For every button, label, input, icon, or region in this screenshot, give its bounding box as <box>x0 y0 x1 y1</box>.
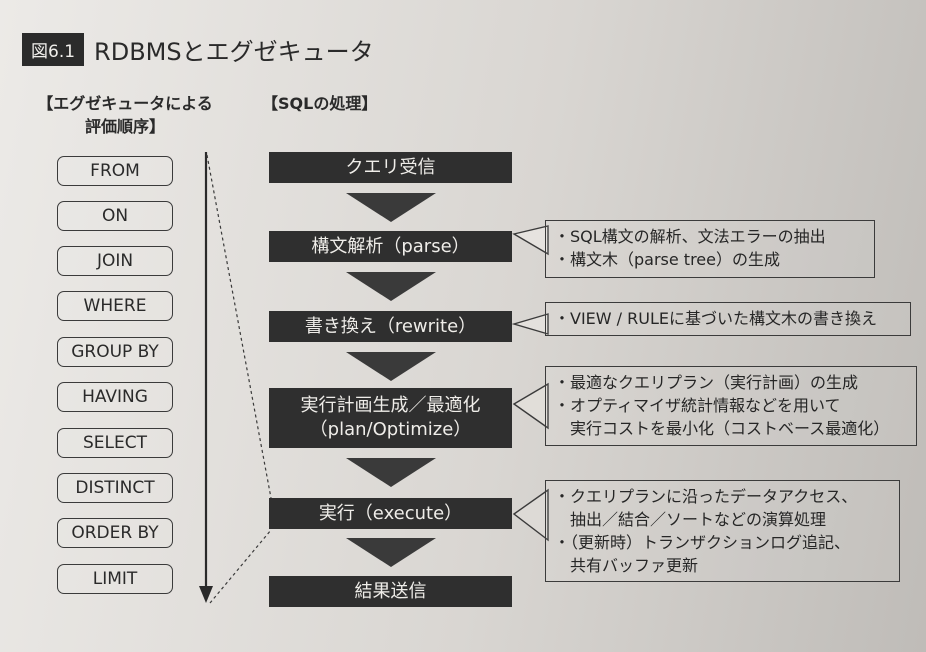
plan-note-pointer <box>512 382 549 430</box>
parse-note-pointer <box>512 225 549 256</box>
figure-page: 図6.1 RDBMSとエグゼキュータ 【エグゼキュータによる 評価順序】 【SQ… <box>0 0 926 652</box>
parse-note: ・SQL構文の解析、文法エラーの抽出 ・構文木（parse tree）の生成 <box>545 220 875 278</box>
flow-arrow-1 <box>346 193 436 222</box>
step-rewrite-label: 書き換え（rewrite） <box>304 315 477 337</box>
rewrite-note-line-1: ・VIEW / RULEに基づいた構文木の書き換え <box>554 309 878 328</box>
step-plan-optimize-line2: （plan/Optimize） <box>309 419 472 440</box>
step-plan-optimize-line1: 実行計画生成／最適化 <box>300 395 481 416</box>
step-query-receive: クエリ受信 <box>269 152 512 183</box>
execute-note-line-3: ・（更新時）トランザクションログ追記、 <box>554 533 851 552</box>
step-rewrite: 書き換え（rewrite） <box>269 311 512 342</box>
execute-note-line-1: ・クエリプランに沿ったデータアクセス、 <box>554 487 858 506</box>
execute-bracket-upper-line <box>206 154 272 499</box>
step-execute-label: 実行（execute） <box>318 502 463 524</box>
step-send-result: 結果送信 <box>269 576 512 607</box>
flow-arrow-4 <box>346 458 436 487</box>
step-send-result-label: 結果送信 <box>354 580 427 602</box>
evaluation-direction-arrowhead <box>199 586 213 603</box>
execute-note-line-2: 抽出／結合／ソートなどの演算処理 <box>554 510 827 529</box>
execute-note: ・クエリプランに沿ったデータアクセス、 抽出／結合／ソートなどの演算処理 ・（更… <box>545 480 900 582</box>
parse-note-line-2: ・構文木（parse tree）の生成 <box>554 250 780 269</box>
plan-note-line-3: 実行コストを最小化（コストベース最適化） <box>554 419 890 438</box>
flow-arrow-5 <box>346 538 436 567</box>
step-parse-label: 構文解析（parse） <box>311 235 470 257</box>
plan-note-line-2: ・オプティマイザ統計情報などを用いて <box>554 396 841 415</box>
flow-arrow-3 <box>346 352 436 381</box>
execute-note-pointer <box>512 488 549 542</box>
step-execute: 実行（execute） <box>269 498 512 529</box>
plan-note-line-1: ・最適なクエリプラン（実行計画）の生成 <box>554 373 859 392</box>
step-parse: 構文解析（parse） <box>269 231 512 262</box>
step-plan-optimize: 実行計画生成／最適化 （plan/Optimize） <box>269 388 512 448</box>
execute-note-line-4: 共有バッファ更新 <box>554 556 699 575</box>
execute-bracket-lower-line <box>209 529 272 604</box>
rewrite-note: ・VIEW / RULEに基づいた構文木の書き換え <box>545 302 911 336</box>
step-query-receive-label: クエリ受信 <box>345 156 436 178</box>
flow-arrow-2 <box>346 272 436 301</box>
rewrite-note-pointer <box>511 313 549 335</box>
parse-note-line-1: ・SQL構文の解析、文法エラーの抽出 <box>554 227 826 246</box>
plan-note: ・最適なクエリプラン（実行計画）の生成 ・オプティマイザ統計情報などを用いて 実… <box>545 366 917 446</box>
